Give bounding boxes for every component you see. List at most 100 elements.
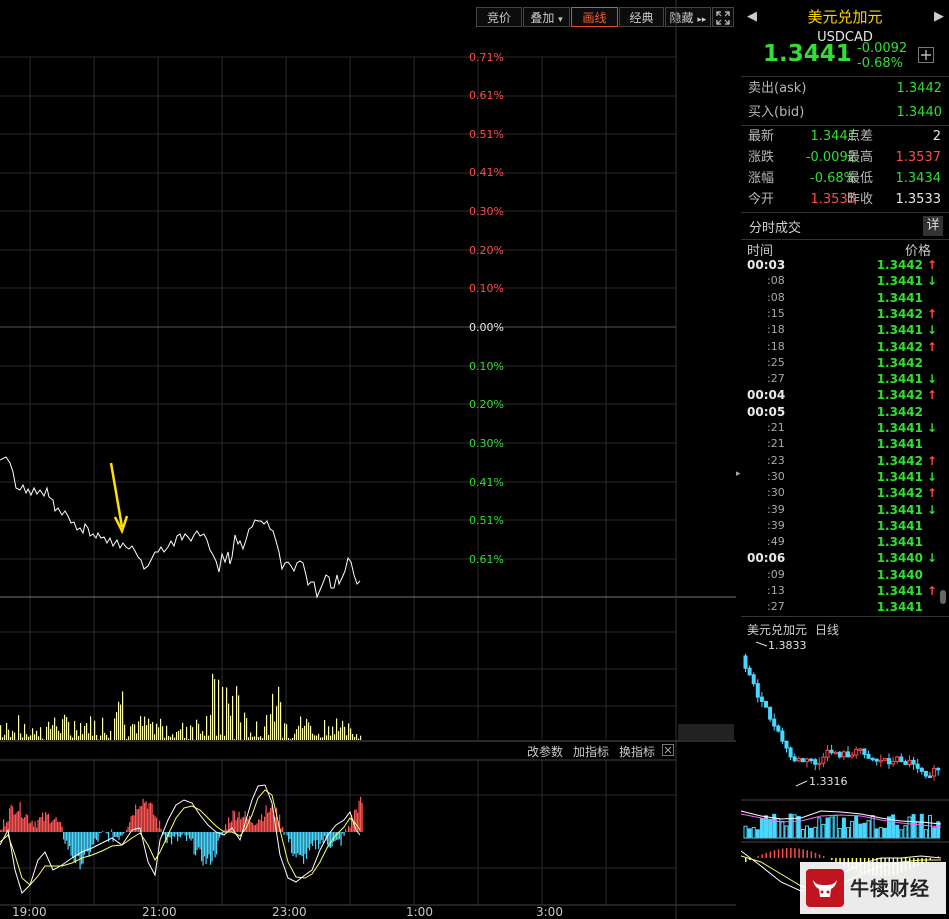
candle — [899, 756, 904, 763]
switch-indicator-link[interactable]: 换指标 — [619, 743, 655, 760]
macd-bar — [112, 832, 114, 842]
candle — [788, 747, 793, 758]
volume-bar — [188, 739, 190, 740]
macd-bar — [64, 832, 66, 844]
tick-time: :39 — [767, 502, 785, 516]
macd-bar — [340, 832, 342, 846]
macd-bar — [67, 832, 69, 850]
volume-bar — [52, 725, 54, 740]
mini-volume-bar — [878, 827, 883, 839]
volume-bar — [252, 736, 254, 740]
add-indicator-link[interactable]: 加指标 — [573, 743, 609, 760]
macd-bar — [94, 832, 96, 839]
macd-bar — [316, 832, 318, 840]
volume-bar — [122, 691, 124, 740]
mini-volume-bar — [923, 829, 928, 839]
macd-bar — [123, 832, 125, 834]
mini-volume-bar — [928, 814, 932, 839]
candle — [780, 730, 785, 742]
high-pointer-icon — [755, 641, 768, 647]
macd-bar — [48, 813, 50, 832]
candle — [846, 751, 850, 758]
volume-bar — [336, 718, 338, 740]
candle — [825, 749, 830, 758]
macd-bar — [24, 817, 26, 832]
candle — [829, 749, 834, 754]
candle — [747, 667, 752, 676]
macd-bar — [192, 832, 194, 839]
price-change-pct: -0.68% — [857, 56, 903, 71]
volume-bar — [198, 723, 200, 740]
volume-bar — [160, 718, 162, 740]
macd-bar — [4, 826, 6, 832]
tick-time: :25 — [767, 355, 785, 369]
volume-bar — [60, 733, 62, 740]
tick-row: :21 1.3441 ↓ — [747, 420, 939, 436]
volume-bar — [324, 720, 326, 740]
macd-bar — [354, 810, 356, 832]
tick-time: 00:03 — [747, 258, 786, 272]
macd-bar — [52, 820, 54, 832]
macd-bar — [258, 819, 260, 832]
volume-bar — [358, 738, 360, 740]
volume-bar — [318, 733, 320, 740]
macd-bar — [195, 832, 197, 856]
macd-bar — [304, 832, 306, 854]
volume-bar — [264, 726, 266, 740]
mini-volume-bar — [800, 829, 805, 839]
tick-row: :25 1.3442 — [747, 355, 939, 371]
macd-bar — [336, 832, 338, 840]
plus-icon[interactable] — [918, 47, 934, 63]
detail-button[interactable]: 详 — [923, 216, 943, 236]
pct-label: 0.71% — [469, 51, 504, 64]
tick-scrollbar[interactable] — [940, 590, 946, 604]
price-line — [0, 456, 361, 599]
pct-label: 0.20% — [469, 244, 504, 257]
mini-macd-bar — [806, 850, 808, 858]
volume-bar — [352, 733, 354, 740]
macd-bar — [40, 816, 42, 832]
macd-bar — [144, 802, 146, 832]
volume-bar — [218, 679, 220, 740]
candle — [858, 748, 863, 751]
tick-row: :23 1.3442 ↑ — [747, 453, 939, 469]
bid-value: 1.3440 — [896, 105, 943, 120]
macd-bar — [234, 811, 236, 832]
volume-bar — [154, 734, 156, 740]
macd-bar — [198, 832, 200, 848]
volume-bar — [156, 723, 158, 740]
macd-bar — [90, 832, 92, 853]
pct-label: 0.61% — [469, 89, 504, 102]
candle — [743, 655, 748, 669]
macd-bar — [255, 824, 257, 832]
macd-bar — [30, 822, 32, 832]
macd-bar — [91, 832, 93, 845]
arrow-down-icon: ↓ — [926, 274, 937, 289]
volume-bar — [104, 732, 106, 740]
volume-bar — [2, 737, 4, 740]
volume-bar — [220, 734, 222, 740]
candle — [755, 683, 760, 698]
volume-bar — [190, 725, 192, 740]
macd-bar — [312, 832, 314, 846]
mini-volume-bar — [899, 829, 904, 839]
macd-bar — [21, 817, 23, 832]
volume-bar — [316, 735, 318, 740]
spread-value: 2 — [932, 129, 941, 144]
close-icon[interactable] — [662, 744, 674, 756]
macd-bar — [294, 832, 296, 854]
mini-macd-bar — [794, 848, 796, 858]
candle — [866, 753, 871, 759]
macd-bar — [130, 816, 132, 832]
mini-volume-bar — [813, 826, 818, 839]
volume-bar — [206, 715, 208, 740]
edit-params-link[interactable]: 改参数 — [527, 743, 563, 760]
arrow-down-icon: ↓ — [926, 372, 937, 387]
arrow-up-icon: ↑ — [926, 486, 937, 501]
volume-bar — [128, 736, 130, 740]
volume-bar — [50, 728, 52, 740]
mini-volume-bar — [759, 818, 764, 839]
candle — [850, 754, 855, 758]
volume-bar — [82, 734, 84, 740]
arrow-up-icon: ↑ — [926, 388, 937, 403]
